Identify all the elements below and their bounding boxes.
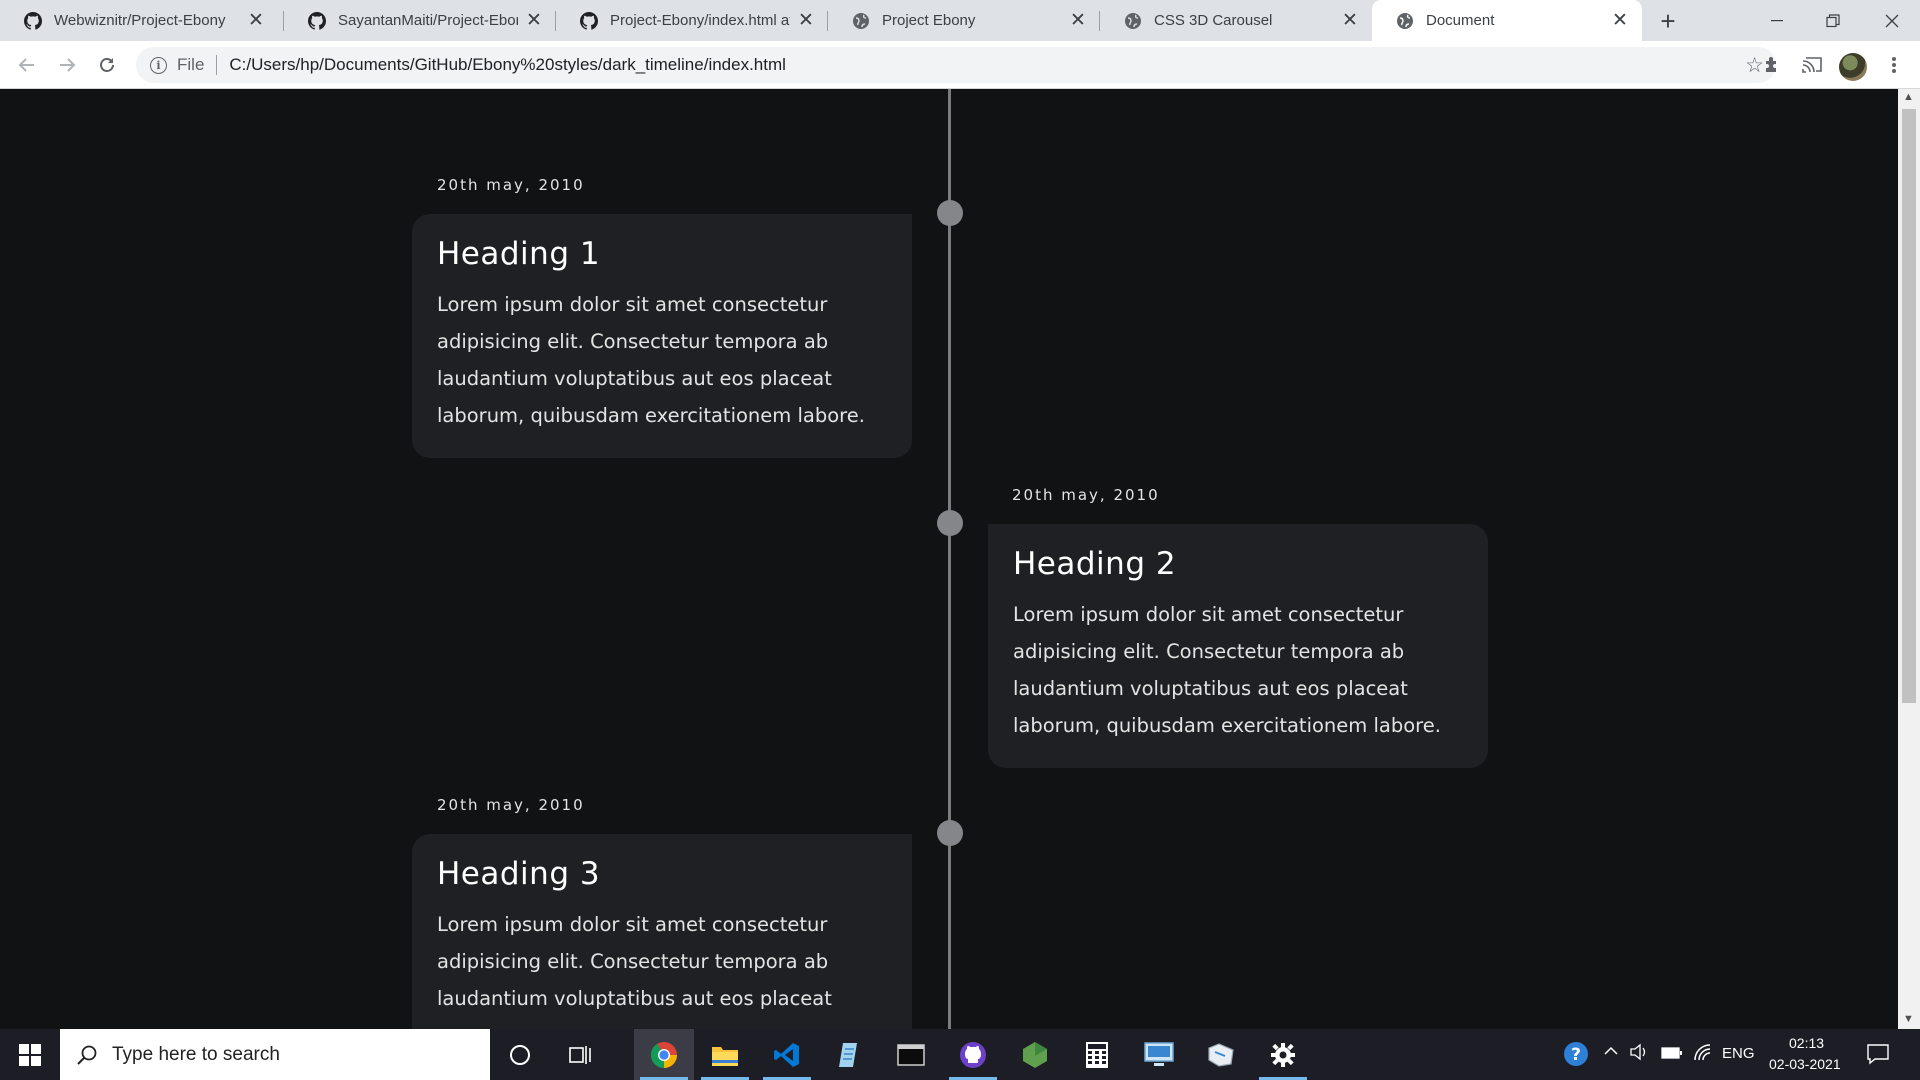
timeline-line [948,89,951,1029]
calculator-icon[interactable] [1067,1029,1127,1080]
timeline-card-1: Heading 1 Lorem ipsum dolor sit amet con… [412,214,912,458]
file-explorer-icon[interactable] [695,1029,755,1080]
close-icon[interactable]: ✕ [796,10,816,31]
timeline-dot [937,820,963,846]
extensions-icon[interactable] [1758,51,1786,79]
tab-strip: Webwiznitr/Project-Ebony ✕ SayantanMaiti… [0,0,1920,41]
tab-title: CSS 3D Carousel [1154,12,1273,29]
card-heading: Heading 2 [1013,546,1177,582]
tab-webwiznitr[interactable]: Webwiznitr/Project-Ebony ✕ [0,0,278,41]
close-icon[interactable]: ✕ [524,10,544,31]
timeline-page: 20th may, 2010 Heading 1 Lorem ipsum dol… [0,89,1898,1029]
new-tab-button[interactable]: + [1654,6,1682,36]
cast-icon[interactable] [1798,51,1826,79]
search-icon [77,1045,97,1065]
help-icon[interactable]: ? [1563,1041,1589,1072]
paint-icon[interactable] [1191,1029,1251,1080]
close-icon[interactable]: ✕ [1340,10,1360,31]
minimize-icon[interactable] [1749,0,1805,41]
tab-title: SayantanMaiti/Project-Ebony [338,12,518,29]
vscode-icon[interactable] [757,1029,817,1080]
clock-time[interactable]: 02:13 [1789,1035,1824,1051]
card-heading: Heading 3 [437,856,601,892]
close-icon[interactable]: ✕ [1610,10,1630,31]
back-icon[interactable] [13,51,41,79]
forward-icon[interactable] [53,51,81,79]
battery-icon[interactable] [1661,1045,1683,1065]
tab-sayantanmaiti[interactable]: SayantanMaiti/Project-Ebony ✕ [284,0,556,41]
chevron-up-icon[interactable] [1603,1043,1619,1064]
menu-kebab-icon[interactable] [1880,51,1908,79]
scroll-down-icon[interactable]: ▼ [1903,1013,1914,1025]
timeline-date: 20th may, 2010 [1012,486,1160,504]
remote-desktop-icon[interactable] [1129,1029,1189,1080]
address-bar[interactable]: i File C:/Users/hp/Documents/GitHub/Ebon… [136,47,1776,83]
clock-date[interactable]: 02-03-2021 [1769,1056,1841,1072]
scrollbar-thumb[interactable] [1902,109,1916,703]
globe-icon [852,12,870,30]
taskbar-search-input[interactable]: Type here to search [60,1029,490,1080]
tab-title: Project-Ebony/index.html at [610,12,790,29]
tab-css-3d-carousel[interactable]: CSS 3D Carousel ✕ [1100,0,1372,41]
close-window-icon[interactable] [1864,0,1920,41]
github-icon [308,11,326,30]
page-scrollbar[interactable]: ▲ ▼ [1898,89,1920,1029]
timeline-card-2: Heading 2 Lorem ipsum dolor sit amet con… [988,524,1488,768]
timeline-date: 20th may, 2010 [437,796,585,814]
wifi-icon[interactable] [1693,1043,1713,1066]
terminal-icon[interactable] [881,1029,941,1080]
scroll-up-icon[interactable]: ▲ [1903,91,1914,103]
notification-icon[interactable] [1867,1043,1889,1070]
chrome-icon[interactable] [634,1029,694,1080]
tab-project-ebony[interactable]: Project Ebony ✕ [828,0,1100,41]
info-icon[interactable]: i [150,56,167,74]
tab-title: Webwiznitr/Project-Ebony [54,12,226,29]
taskbar: Type here to search ? ENG 02:13 02-03-20… [0,1029,1920,1080]
reload-icon[interactable] [93,51,121,79]
address-divider [216,55,218,75]
restore-icon[interactable] [1805,0,1861,41]
card-text: Lorem ipsum dolor sit amet consectetur a… [1013,603,1441,737]
browser-toolbar: i File C:/Users/hp/Documents/GitHub/Ebon… [0,41,1920,89]
globe-icon [1124,12,1142,30]
tab-project-ebony-index[interactable]: Project-Ebony/index.html at ✕ [556,0,828,41]
card-text: Lorem ipsum dolor sit amet consectetur a… [437,913,832,1010]
avatar[interactable] [1839,53,1867,81]
card-text: Lorem ipsum dolor sit amet consectetur a… [437,293,865,427]
close-icon[interactable]: ✕ [1068,10,1088,31]
timeline-card-3: Heading 3 Lorem ipsum dolor sit amet con… [412,834,912,1029]
tab-title: Document [1426,12,1495,29]
close-icon[interactable]: ✕ [246,10,266,31]
scheme-label: File [177,55,205,74]
timeline-date: 20th may, 2010 [437,176,585,194]
notepad-icon[interactable] [819,1029,879,1080]
svg-text:?: ? [1571,1045,1581,1065]
settings-icon[interactable] [1253,1029,1313,1080]
tab-document[interactable]: Document ✕ [1372,0,1642,41]
language-indicator[interactable]: ENG [1722,1045,1755,1062]
github-icon [580,11,598,30]
search-placeholder: Type here to search [112,1043,280,1065]
url-text[interactable]: C:/Users/hp/Documents/GitHub/Ebony%20sty… [229,55,786,75]
tab-title: Project Ebony [882,12,976,29]
card-heading: Heading 1 [437,236,601,272]
github-icon [24,11,42,30]
github-desktop-icon[interactable] [943,1029,1003,1080]
timeline-dot [937,200,963,226]
timeline-dot [937,510,963,536]
nodejs-icon[interactable] [1005,1029,1065,1080]
windows-start-icon[interactable] [0,1029,60,1080]
volume-icon[interactable] [1629,1043,1649,1066]
task-view-icon[interactable] [550,1029,610,1080]
cortana-icon[interactable] [490,1029,550,1080]
globe-icon [1396,12,1414,30]
